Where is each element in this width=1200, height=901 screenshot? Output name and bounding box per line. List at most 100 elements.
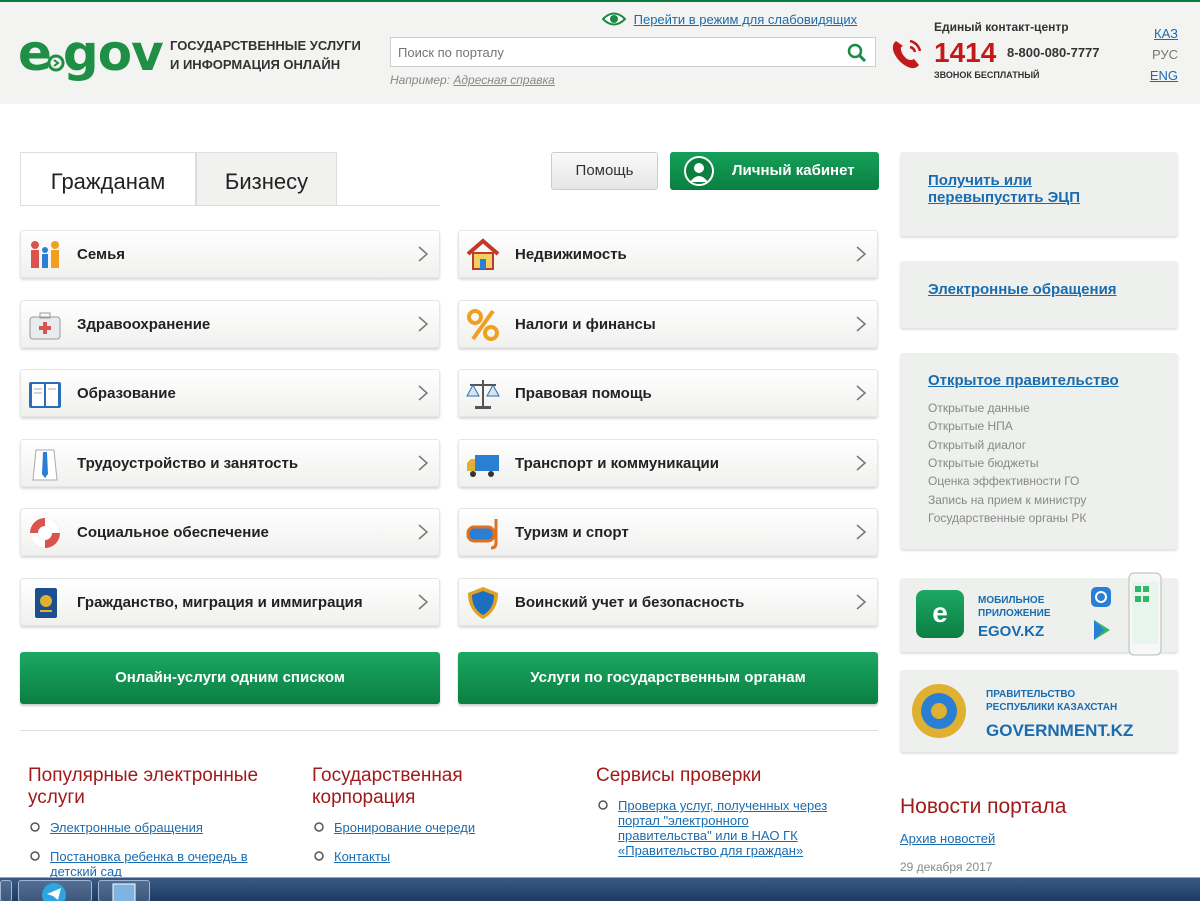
appeals-link[interactable]: Электронные обращения <box>928 281 1117 298</box>
book-icon <box>27 376 63 412</box>
percent-icon <box>465 307 501 343</box>
shield-icon <box>465 585 501 621</box>
chevron-right-icon <box>418 385 429 401</box>
gov-bodies-services-button[interactable]: Услуги по государственным органам <box>458 652 878 704</box>
open-gov-link[interactable]: Открытое правительство <box>928 372 1119 389</box>
diving-mask-icon <box>465 515 501 551</box>
taskbar-telegram[interactable] <box>18 880 92 901</box>
open-gov-item[interactable]: Запись на прием к министру <box>928 493 1086 507</box>
open-gov-item[interactable]: Открытые данные <box>928 401 1030 415</box>
news-date: 29 декабря 2017 <box>900 860 993 874</box>
site-header: e gov ГОСУДАРСТВЕННЫЕ УСЛУГИ И ИНФОРМАЦИЯ… <box>0 0 1200 104</box>
ecp-link[interactable]: Получить или перевыпустить ЭЦП <box>928 172 1080 206</box>
chevron-right-icon <box>856 385 867 401</box>
arrow-bullet-icon <box>30 822 40 832</box>
lang-rus: РУС <box>1151 47 1178 62</box>
shirt-tie-icon <box>27 446 63 482</box>
search-example-link[interactable]: Адресная справка <box>453 73 554 87</box>
category-label: Недвижимость <box>515 246 627 263</box>
category-social-security[interactable]: Социальное обеспечение <box>20 508 440 556</box>
category-employment[interactable]: Трудоустройство и занятость <box>20 439 440 487</box>
popular-link-kindergarten[interactable]: Постановка ребенка в очередь в детский са… <box>28 849 248 879</box>
category-transport[interactable]: Транспорт и коммуникации <box>458 439 878 487</box>
popular-link-appeals[interactable]: Электронные обращения <box>28 820 203 835</box>
category-legal-aid[interactable]: Правовая помощь <box>458 369 878 417</box>
search-input[interactable] <box>391 38 841 66</box>
phone-icon <box>892 39 922 69</box>
verification-link[interactable]: Проверка услуг, полученных через портал "… <box>596 798 827 858</box>
corporation-link-booking[interactable]: Бронирование очереди <box>312 820 475 835</box>
corporation-link-contacts[interactable]: Контакты <box>312 849 390 864</box>
category-label: Воинский учет и безопасность <box>515 594 745 611</box>
verification-services-title: Сервисы проверки <box>596 765 762 786</box>
government-site: GOVERNMENT.KZ <box>986 721 1134 740</box>
open-gov-item[interactable]: Оценка эффективности ГО <box>928 474 1079 488</box>
tab-citizens[interactable]: Гражданам <box>20 152 196 206</box>
os-taskbar <box>0 877 1200 901</box>
section-divider <box>20 730 878 731</box>
low-vision-link[interactable]: Перейти в режим для слабовидящих <box>602 12 857 27</box>
news-title: Новости портала <box>900 795 1067 818</box>
category-citizenship-migration[interactable]: Гражданство, миграция и иммиграция <box>20 578 440 626</box>
category-label: Туризм и спорт <box>515 524 629 541</box>
category-label: Трудоустройство и занятость <box>77 455 299 472</box>
window-app-icon <box>112 883 136 901</box>
tab-business[interactable]: Бизнесу <box>196 152 337 206</box>
category-real-estate[interactable]: Недвижимость <box>458 230 878 278</box>
category-label: Транспорт и коммуникации <box>515 455 719 472</box>
lifebuoy-icon <box>27 515 63 551</box>
online-services-list-button[interactable]: Онлайн-услуги одним списком <box>20 652 440 704</box>
open-gov-card: Открытое правительство Открытые данные О… <box>900 353 1178 549</box>
app-store-icon[interactable] <box>1090 586 1112 608</box>
google-play-icon[interactable] <box>1092 618 1112 642</box>
first-aid-kit-icon <box>27 307 63 343</box>
news-archive-link[interactable]: Архив новостей <box>900 831 995 846</box>
category-label: Здравоохранение <box>77 316 211 333</box>
search-icon[interactable] <box>847 43 867 63</box>
mobile-app-card[interactable]: e МОБИЛЬНОЕ ПРИЛОЖЕНИЕ EGOV.KZ <box>900 572 1178 656</box>
arrow-bullet-icon <box>30 851 40 861</box>
government-label: ПРАВИТЕЛЬСТВО РЕСПУБЛИКИ КАЗАХСТАН <box>986 689 1118 713</box>
contact-center-title: Единый контакт-центр <box>934 20 1069 34</box>
telegram-icon <box>42 883 66 901</box>
category-label: Гражданство, миграция и иммиграция <box>77 594 363 611</box>
site-tagline: ГОСУДАРСТВЕННЫЕ УСЛУГИ И ИНФОРМАЦИЯ ОНЛА… <box>170 38 361 72</box>
category-family[interactable]: Семья <box>20 230 440 278</box>
personal-cabinet-button[interactable]: Личный кабинет <box>670 152 879 190</box>
taskbar-app[interactable] <box>98 880 150 901</box>
category-taxes-finance[interactable]: Налоги и финансы <box>458 300 878 348</box>
house-icon <box>465 237 501 273</box>
chevron-right-icon <box>418 524 429 540</box>
arrow-bullet-icon <box>314 822 324 832</box>
contact-phone-number: 8-800-080-7777 <box>1007 45 1100 60</box>
family-icon <box>27 237 63 273</box>
tabs-divider <box>20 205 440 206</box>
arrow-bullet-icon <box>598 800 608 810</box>
taskbar-start-edge[interactable] <box>0 880 12 901</box>
open-gov-item[interactable]: Открытые НПА <box>928 419 1013 433</box>
chevron-right-icon <box>418 316 429 332</box>
category-healthcare[interactable]: Здравоохранение <box>20 300 440 348</box>
category-label: Правовая помощь <box>515 385 652 402</box>
open-gov-item[interactable]: Открытые бюджеты <box>928 456 1039 470</box>
category-label: Социальное обеспечение <box>77 524 269 541</box>
category-label: Образование <box>77 385 176 402</box>
passport-icon <box>27 585 63 621</box>
ecp-card: Получить или перевыпустить ЭЦП <box>900 152 1178 236</box>
help-button[interactable]: Помощь <box>551 152 658 190</box>
egov-logo[interactable]: e gov <box>18 28 164 78</box>
open-gov-item[interactable]: Открытый диалог <box>928 438 1026 452</box>
lang-eng[interactable]: ENG <box>1150 68 1178 83</box>
lang-kaz[interactable]: КАЗ <box>1154 26 1178 41</box>
contact-free-note: ЗВОНОК БЕСПЛАТНЫЙ <box>934 70 1040 80</box>
scales-icon <box>465 376 501 412</box>
kazakhstan-emblem-icon <box>912 684 966 738</box>
category-tourism-sport[interactable]: Туризм и спорт <box>458 508 878 556</box>
category-military-security[interactable]: Воинский учет и безопасность <box>458 578 878 626</box>
mobile-app-site: EGOV.KZ <box>978 623 1045 640</box>
category-education[interactable]: Образование <box>20 369 440 417</box>
open-gov-item[interactable]: Государственные органы РК <box>928 511 1086 525</box>
government-card[interactable]: ПРАВИТЕЛЬСТВО РЕСПУБЛИКИ КАЗАХСТАН GOVERN… <box>900 670 1178 752</box>
chevron-right-icon <box>856 594 867 610</box>
chevron-right-icon <box>418 246 429 262</box>
